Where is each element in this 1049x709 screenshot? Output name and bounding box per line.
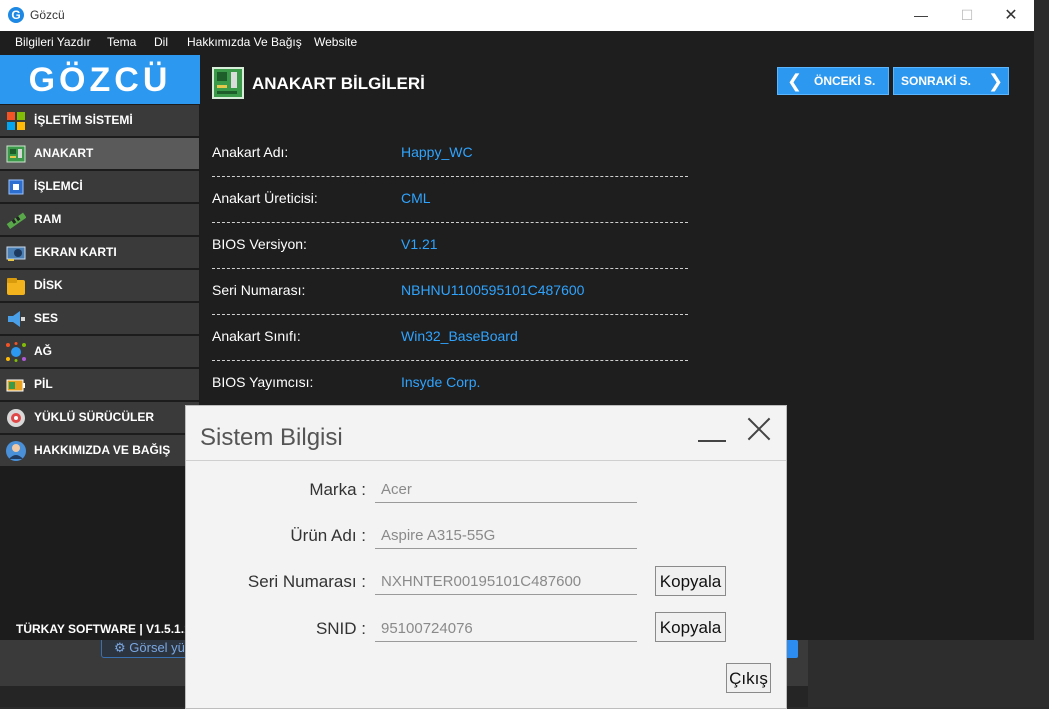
sidebar-item-sound[interactable]: SES bbox=[0, 303, 199, 336]
chevron-right-icon: ❯ bbox=[988, 71, 1004, 91]
sidebar-item-processor[interactable]: İŞLEMCİ bbox=[0, 171, 199, 204]
background-button-label: Görsel yü bbox=[129, 640, 185, 655]
snid-label: SNID : bbox=[315, 619, 366, 638]
copy-snid-button[interactable]: Kopyala bbox=[655, 612, 726, 642]
app-logo-icon: G bbox=[8, 7, 24, 23]
snid-field[interactable]: 95100724076 bbox=[375, 620, 637, 642]
sidebar-item-operating-system[interactable]: İŞLETİM SİSTEMİ bbox=[0, 105, 199, 138]
product-name-field[interactable]: Aspire A315-55G bbox=[375, 527, 637, 549]
background-panel-right bbox=[808, 640, 1049, 707]
sidebar-item-label: YÜKLÜ SÜRÜCÜLER bbox=[34, 410, 154, 424]
window-title: Gözcü bbox=[30, 8, 65, 22]
menu-about-donate[interactable]: Hakkımızda Ve Bağış bbox=[187, 35, 302, 49]
sidebar-item-label: PİL bbox=[34, 377, 53, 391]
info-value: Happy_WC bbox=[401, 144, 473, 160]
info-label: BIOS Yayımcısı: bbox=[212, 374, 314, 390]
app-logo: GÖZCÜ bbox=[0, 55, 200, 104]
serial-number-field[interactable]: NXHNTER00195101C487600 bbox=[375, 573, 637, 595]
divider bbox=[212, 268, 688, 269]
brand-label: Marka : bbox=[309, 480, 366, 499]
gpu-icon bbox=[6, 246, 26, 261]
network-icon bbox=[6, 342, 26, 362]
sidebar-item-graphics-card[interactable]: EKRAN KARTI bbox=[0, 237, 199, 270]
gear-icon: ⚙ bbox=[114, 640, 130, 655]
next-page-label: SONRAKİ S. bbox=[901, 74, 972, 88]
windows-icon bbox=[7, 112, 25, 130]
maximize-button[interactable]: ☐ bbox=[944, 0, 990, 31]
menu-bar: Bilgileri Yazdır Tema Dil Hakkımızda Ve … bbox=[0, 31, 1034, 55]
ram-icon bbox=[6, 212, 26, 230]
sidebar-item-label: SES bbox=[34, 311, 59, 325]
dialog-title: Sistem Bilgisi bbox=[200, 424, 343, 451]
dialog-minimize-button[interactable] bbox=[698, 418, 726, 442]
menu-website[interactable]: Website bbox=[314, 35, 357, 49]
menu-language[interactable]: Dil bbox=[154, 35, 168, 49]
chevron-left-icon: ❮ bbox=[787, 71, 803, 91]
disk-icon bbox=[7, 278, 25, 295]
sidebar-item-motherboard[interactable]: ANAKART bbox=[0, 138, 199, 171]
menu-print-info[interactable]: Bilgileri Yazdır bbox=[15, 35, 91, 49]
info-label: Anakart Sınıfı: bbox=[212, 328, 301, 344]
sidebar-item-label: ANAKART bbox=[34, 146, 94, 160]
serial-number-label: Seri Numarası : bbox=[247, 572, 366, 591]
user-icon bbox=[6, 441, 26, 461]
dialog-close-button[interactable] bbox=[746, 416, 772, 442]
close-button[interactable]: ✕ bbox=[988, 0, 1034, 31]
product-name-label: Ürün Adı : bbox=[290, 526, 366, 545]
sidebar-item-label: HAKKIMIZDA VE BAĞIŞ bbox=[34, 443, 171, 457]
sidebar-item-disk[interactable]: DİSK bbox=[0, 270, 199, 303]
sidebar-item-label: AĞ bbox=[34, 344, 52, 358]
info-label: Anakart Adı: bbox=[212, 144, 289, 160]
previous-page-label: ÖNCEKİ S. bbox=[814, 74, 876, 88]
sidebar-item-about-donate[interactable]: HAKKIMIZDA VE BAĞIŞ bbox=[0, 435, 199, 468]
speaker-icon bbox=[8, 311, 25, 327]
info-value: CML bbox=[401, 190, 431, 206]
sidebar-item-label: İŞLEMCİ bbox=[34, 179, 83, 193]
motherboard-icon bbox=[6, 145, 26, 163]
info-value: NBHNU1100595101C487600 bbox=[401, 282, 585, 298]
info-value: Win32_BaseBoard bbox=[401, 328, 518, 344]
sidebar-item-network[interactable]: AĞ bbox=[0, 336, 199, 369]
cpu-icon bbox=[8, 179, 24, 195]
dialog-header: Sistem Bilgisi bbox=[186, 406, 786, 461]
info-label: Seri Numarası: bbox=[212, 282, 306, 298]
info-value: V1.21 bbox=[401, 236, 438, 252]
title-bar: G Gözcü — ☐ ✕ bbox=[0, 0, 1034, 31]
info-label: BIOS Versiyon: bbox=[212, 236, 307, 252]
info-label: Anakart Üreticisi: bbox=[212, 190, 318, 206]
brand-field[interactable]: Acer bbox=[375, 481, 637, 503]
divider bbox=[212, 314, 688, 315]
sidebar-item-label: RAM bbox=[34, 212, 62, 226]
sidebar-item-installed-drivers[interactable]: YÜKLÜ SÜRÜCÜLER bbox=[0, 402, 199, 435]
sidebar-item-label: EKRAN KARTI bbox=[34, 245, 117, 259]
divider bbox=[212, 222, 688, 223]
battery-icon bbox=[6, 379, 25, 392]
sidebar-item-ram[interactable]: RAM bbox=[0, 204, 199, 237]
menu-theme[interactable]: Tema bbox=[107, 35, 136, 49]
divider bbox=[212, 176, 688, 177]
next-page-button[interactable]: SONRAKİ S. ❯ bbox=[893, 67, 1009, 95]
sidebar-item-label: İŞLETİM SİSTEMİ bbox=[34, 113, 133, 127]
drivers-icon bbox=[7, 409, 25, 427]
minimize-button[interactable]: — bbox=[898, 0, 944, 31]
previous-page-button[interactable]: ❮ ÖNCEKİ S. bbox=[777, 67, 889, 95]
motherboard-icon bbox=[212, 67, 244, 99]
sidebar-item-label: DİSK bbox=[34, 278, 63, 292]
sidebar: GÖZCÜ İŞLETİM SİSTEMİ ANAKART İŞLEMCİ RA… bbox=[0, 55, 200, 640]
copy-serial-button[interactable]: Kopyala bbox=[655, 566, 726, 596]
divider bbox=[212, 360, 688, 361]
sidebar-item-battery[interactable]: PİL bbox=[0, 369, 199, 402]
exit-button[interactable]: Çıkış bbox=[726, 663, 771, 693]
page-title: ANAKART BİLGİLERİ bbox=[252, 74, 425, 93]
system-info-dialog: Sistem Bilgisi Marka : Acer Ürün Adı : A… bbox=[185, 405, 787, 709]
footer-version: TÜRKAY SOFTWARE | V1.5.1.1 bbox=[16, 622, 191, 636]
info-value: Insyde Corp. bbox=[401, 374, 481, 390]
